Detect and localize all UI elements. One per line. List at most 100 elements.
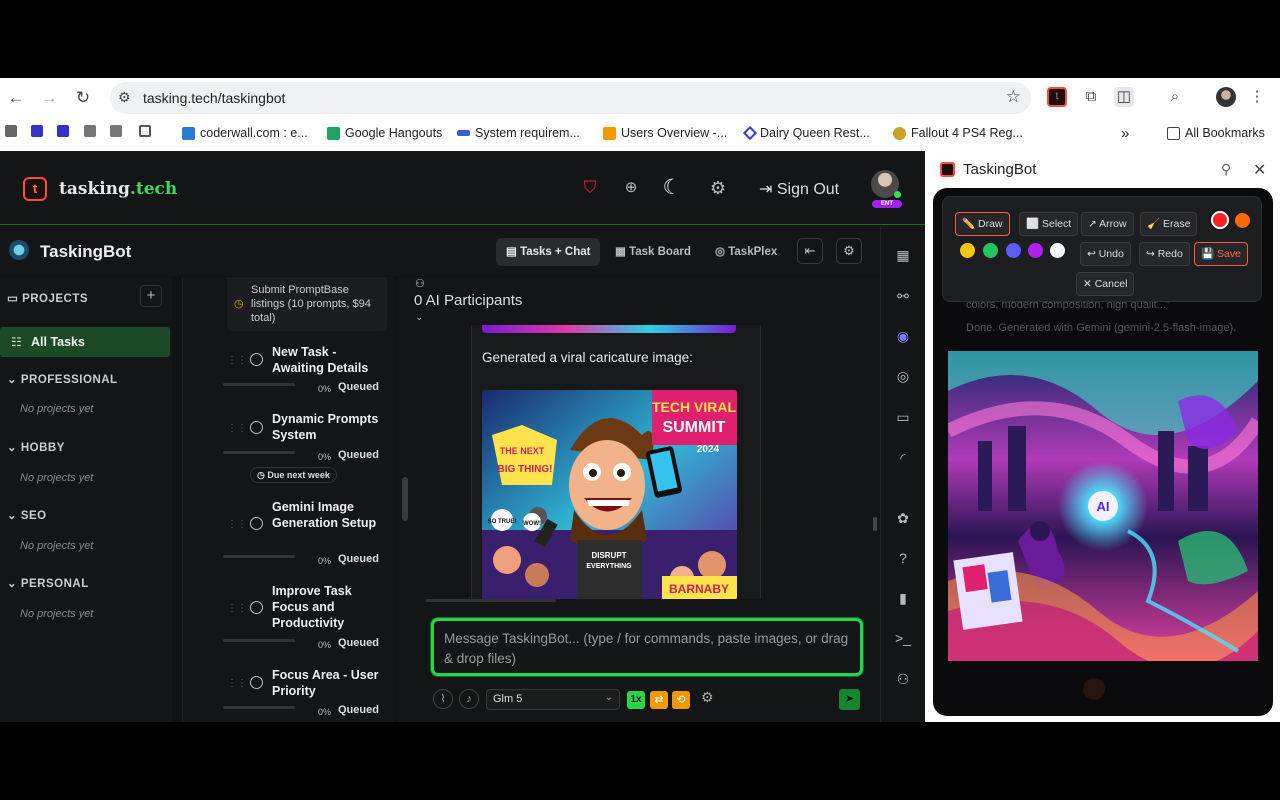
chat-icon[interactable]: ▭: [893, 407, 913, 427]
taskingbot-extension-icon[interactable]: t: [1047, 87, 1067, 107]
drag-handle-icon[interactable]: ⋮⋮: [227, 678, 247, 689]
color-swatch-yellow[interactable]: [960, 243, 975, 258]
color-swatch-purple[interactable]: [1028, 243, 1043, 258]
all-bookmarks[interactable]: All Bookmarks: [1167, 124, 1265, 142]
chevron-down-icon[interactable]: ⌄: [415, 312, 423, 323]
drag-handle-icon[interactable]: ⋮⋮: [227, 603, 247, 614]
task-checkbox[interactable]: [250, 353, 263, 366]
bookmark-system-requirements[interactable]: System requirem...: [457, 124, 580, 142]
scrollbar-thumb[interactable]: [873, 517, 877, 531]
drag-handle-icon[interactable]: ⋮⋮: [227, 519, 247, 530]
forward-icon[interactable]: →: [38, 87, 60, 109]
annotation-canvas[interactable]: colors, modern composition, high qualit.…: [933, 188, 1273, 716]
bookmark-users-overview[interactable]: Users Overview -...: [603, 124, 727, 142]
workflow-icon[interactable]: ⚯: [893, 286, 913, 306]
task-list-scrollbar[interactable]: [398, 277, 412, 722]
help-icon[interactable]: ?: [893, 548, 913, 568]
bookmark-fallout[interactable]: Fallout 4 PS4 Reg...: [893, 124, 1023, 142]
cancel-button[interactable]: ✕ Cancel: [1076, 272, 1135, 296]
brain-icon[interactable]: ✿: [893, 508, 913, 528]
task-title[interactable]: Improve Task Focus and Productivity: [272, 583, 382, 631]
redo-button[interactable]: ↪ Redo: [1139, 242, 1190, 266]
bookmark-icon[interactable]: [84, 125, 96, 137]
drag-handle-icon[interactable]: ⋮⋮: [227, 355, 247, 366]
extensions-puzzle-icon[interactable]: ⧉: [1081, 87, 1101, 107]
add-project-button[interactable]: +: [140, 285, 162, 307]
add-user-icon[interactable]: ⚇: [893, 669, 913, 689]
orb-icon[interactable]: ◉: [893, 326, 913, 346]
globe-icon[interactable]: ⊕: [620, 178, 642, 196]
generated-caricature-image[interactable]: THE NEXT BIG THING! TECH VIRAL SUMMIT 20…: [482, 390, 737, 599]
bookmark-dairy-queen[interactable]: Dairy Queen Rest...: [742, 124, 870, 142]
message-input[interactable]: [444, 629, 849, 669]
color-swatch-red[interactable]: [1211, 211, 1229, 229]
erase-tool-button[interactable]: 🧹 Erase: [1140, 212, 1198, 236]
gear-icon[interactable]: ⚙: [707, 178, 729, 199]
loop-icon[interactable]: ⟲: [672, 691, 690, 709]
shield-icon[interactable]: ⛉: [579, 178, 601, 198]
horizontal-scrollbar[interactable]: [426, 599, 556, 602]
tab-task-board[interactable]: ▦ Task Board: [605, 238, 701, 266]
color-swatch-green[interactable]: [983, 243, 998, 258]
save-button[interactable]: 💾 Save: [1194, 242, 1248, 266]
sidebar-item-all-tasks[interactable]: ☷ All Tasks: [0, 327, 170, 357]
bookmark-coderwall[interactable]: coderwall.com : e...: [182, 124, 308, 142]
group-hobby[interactable]: ⌄ HOBBY: [7, 440, 65, 454]
scrollbar-thumb[interactable]: [402, 477, 408, 521]
profile-avatar-icon[interactable]: [1216, 87, 1236, 107]
task-title[interactable]: Focus Area - User Priority: [272, 667, 382, 699]
speed-toggle[interactable]: 1x: [627, 691, 645, 709]
message-composer[interactable]: [431, 618, 863, 676]
address-bar[interactable]: ⚙ tasking.tech/taskingbot ☆: [110, 82, 1031, 114]
color-swatch-orange[interactable]: [1235, 213, 1250, 228]
arrow-tool-button[interactable]: ↗ Arrow: [1081, 212, 1134, 236]
dashboard-icon[interactable]: ▦: [893, 245, 913, 265]
task-checkbox[interactable]: [250, 601, 263, 614]
task-checkbox[interactable]: [250, 421, 263, 434]
group-personal[interactable]: ⌄ PERSONAL: [7, 576, 89, 590]
microphone-icon[interactable]: ♪: [459, 689, 479, 709]
color-swatch-blue[interactable]: [1006, 243, 1021, 258]
terminal-icon[interactable]: >_: [893, 628, 913, 648]
more-bookmarks-icon[interactable]: »: [1121, 124, 1129, 142]
draw-tool-button[interactable]: ✏️ Draw: [955, 212, 1010, 236]
composer-settings-icon[interactable]: ⚙: [701, 689, 714, 706]
logo-text[interactable]: tasking.tech: [59, 179, 177, 199]
bookmark-star-icon[interactable]: ☆: [1006, 87, 1021, 107]
task-title[interactable]: New Task - Awaiting Details: [272, 344, 382, 376]
bookmark-icon[interactable]: [57, 125, 69, 137]
side-panel-icon[interactable]: ◫: [1114, 87, 1134, 107]
shuffle-icon[interactable]: ⇄: [650, 691, 668, 709]
sign-out-button[interactable]: ⇥ Sign Out: [759, 179, 839, 199]
bookmark-icon[interactable]: [110, 125, 122, 137]
select-tool-button[interactable]: ⬜ Select: [1019, 212, 1079, 236]
apps-grid-icon[interactable]: [139, 125, 151, 137]
drag-handle-icon[interactable]: ⋮⋮: [227, 423, 247, 434]
tab-taskplex[interactable]: ◎ TaskPlex: [705, 238, 787, 266]
model-select[interactable]: Glm 5 ⌄: [486, 689, 620, 710]
logo-icon[interactable]: t: [23, 177, 47, 201]
unpin-icon[interactable]: ⚲: [1221, 161, 1231, 178]
bookmark-icon[interactable]: [5, 125, 17, 137]
chat-scrollbar[interactable]: [872, 277, 878, 597]
generated-artwork-image[interactable]: AI: [948, 351, 1258, 661]
task-title[interactable]: Gemini Image Generation Setup: [272, 499, 382, 531]
task-checkbox[interactable]: [250, 517, 263, 530]
bookmark-icon[interactable]: [31, 125, 43, 137]
search-tab-icon[interactable]: ⌕: [1165, 87, 1185, 107]
attach-icon[interactable]: ⌇: [433, 689, 453, 709]
task-checkbox[interactable]: [250, 676, 263, 689]
color-swatch-white[interactable]: [1050, 243, 1065, 258]
moon-icon[interactable]: ☾: [661, 175, 683, 200]
tab-tasks-chat[interactable]: ▤ Tasks + Chat: [496, 238, 601, 266]
target-icon[interactable]: ◎: [893, 366, 913, 386]
list-item[interactable]: ◷ Submit PromptBase listings (10 prompts…: [227, 277, 387, 331]
site-settings-icon[interactable]: ⚙: [118, 89, 131, 106]
collapse-panel-icon[interactable]: ⇤: [797, 238, 823, 264]
group-seo[interactable]: ⌄ SEO: [7, 508, 47, 522]
settings-gear-icon[interactable]: ⚙: [836, 238, 862, 264]
send-button[interactable]: ➤: [839, 689, 860, 710]
close-icon[interactable]: ✕: [1253, 160, 1266, 180]
undo-button[interactable]: ↩ Undo: [1080, 242, 1131, 266]
back-icon[interactable]: ←: [5, 87, 27, 109]
